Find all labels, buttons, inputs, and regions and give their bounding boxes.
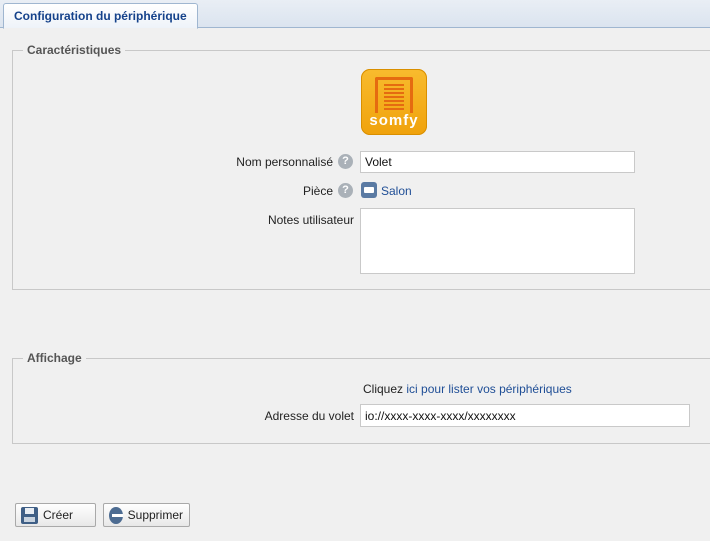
lister-link[interactable]: ici pour lister vos périphériques: [406, 382, 571, 396]
affichage-section: Affichage: [12, 351, 710, 444]
notes-label: Notes utilisateur: [267, 213, 354, 227]
cliquez-label: Cliquez: [363, 382, 404, 396]
supprimer-button[interactable]: Supprimer: [103, 503, 190, 527]
adresse-label: Adresse du volet: [264, 409, 354, 423]
tab-bar: Configuration du périphérique: [0, 0, 710, 29]
nom-label: Nom personnalisé: [236, 155, 333, 169]
blind-icon: [375, 77, 413, 113]
somfy-logo: somfy: [361, 69, 427, 135]
delete-icon: [109, 506, 123, 524]
affichage-legend: Affichage: [27, 351, 82, 365]
help-icon[interactable]: ?: [338, 154, 353, 169]
room-icon: [361, 182, 377, 198]
help-icon[interactable]: ?: [338, 183, 353, 198]
adresse-input[interactable]: [360, 404, 690, 427]
creer-button[interactable]: Créer: [15, 503, 96, 527]
save-icon: [21, 506, 38, 524]
piece-link[interactable]: Salon: [381, 184, 412, 198]
supprimer-label: Supprimer: [127, 508, 183, 522]
piece-label: Pièce: [302, 184, 333, 198]
nom-input[interactable]: [360, 151, 635, 173]
notes-textarea[interactable]: [360, 208, 635, 274]
caracteristiques-legend: Caractéristiques: [27, 43, 122, 57]
creer-label: Créer: [43, 508, 74, 522]
logo-text: somfy: [369, 112, 419, 129]
cliquez-text: Cliquez ici pour lister vos périphérique…: [363, 382, 572, 396]
tab-configuration[interactable]: Configuration du périphérique: [3, 3, 198, 29]
